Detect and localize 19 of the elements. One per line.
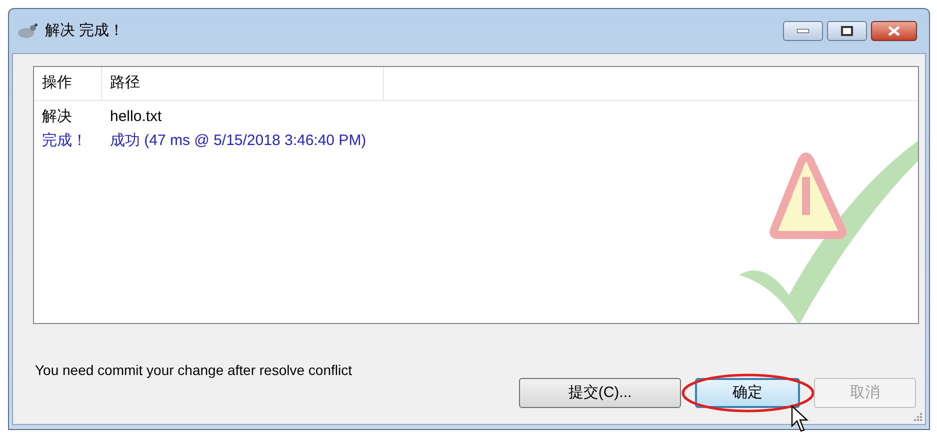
minimize-icon — [797, 29, 809, 33]
close-icon — [888, 26, 900, 36]
maximize-button[interactable] — [827, 21, 867, 41]
resize-grip-icon — [913, 412, 923, 422]
cursor-icon — [791, 405, 809, 433]
window-title: 解决 完成！ — [45, 20, 124, 41]
dialog-button[interactable]: 确定 — [695, 378, 800, 408]
app-icon — [17, 22, 39, 40]
table-cell-text: 解决 — [41, 106, 73, 127]
dialog-button[interactable]: 提交(C)... — [519, 378, 681, 408]
maximize-icon — [841, 26, 853, 36]
column-header[interactable]: 操作 — [34, 67, 102, 100]
column-header[interactable]: 路径 — [102, 67, 384, 100]
table-cell-text: 完成！ — [41, 130, 88, 151]
minimize-button[interactable] — [783, 21, 823, 41]
close-button[interactable] — [871, 21, 917, 41]
table-cell-text: 成功 (47 ms @ 5/15/2018 3:46:40 PM) — [109, 130, 368, 151]
table-cell-text: hello.txt — [109, 106, 163, 127]
message-text: You need commit your change after resolve conflict — [35, 361, 352, 380]
